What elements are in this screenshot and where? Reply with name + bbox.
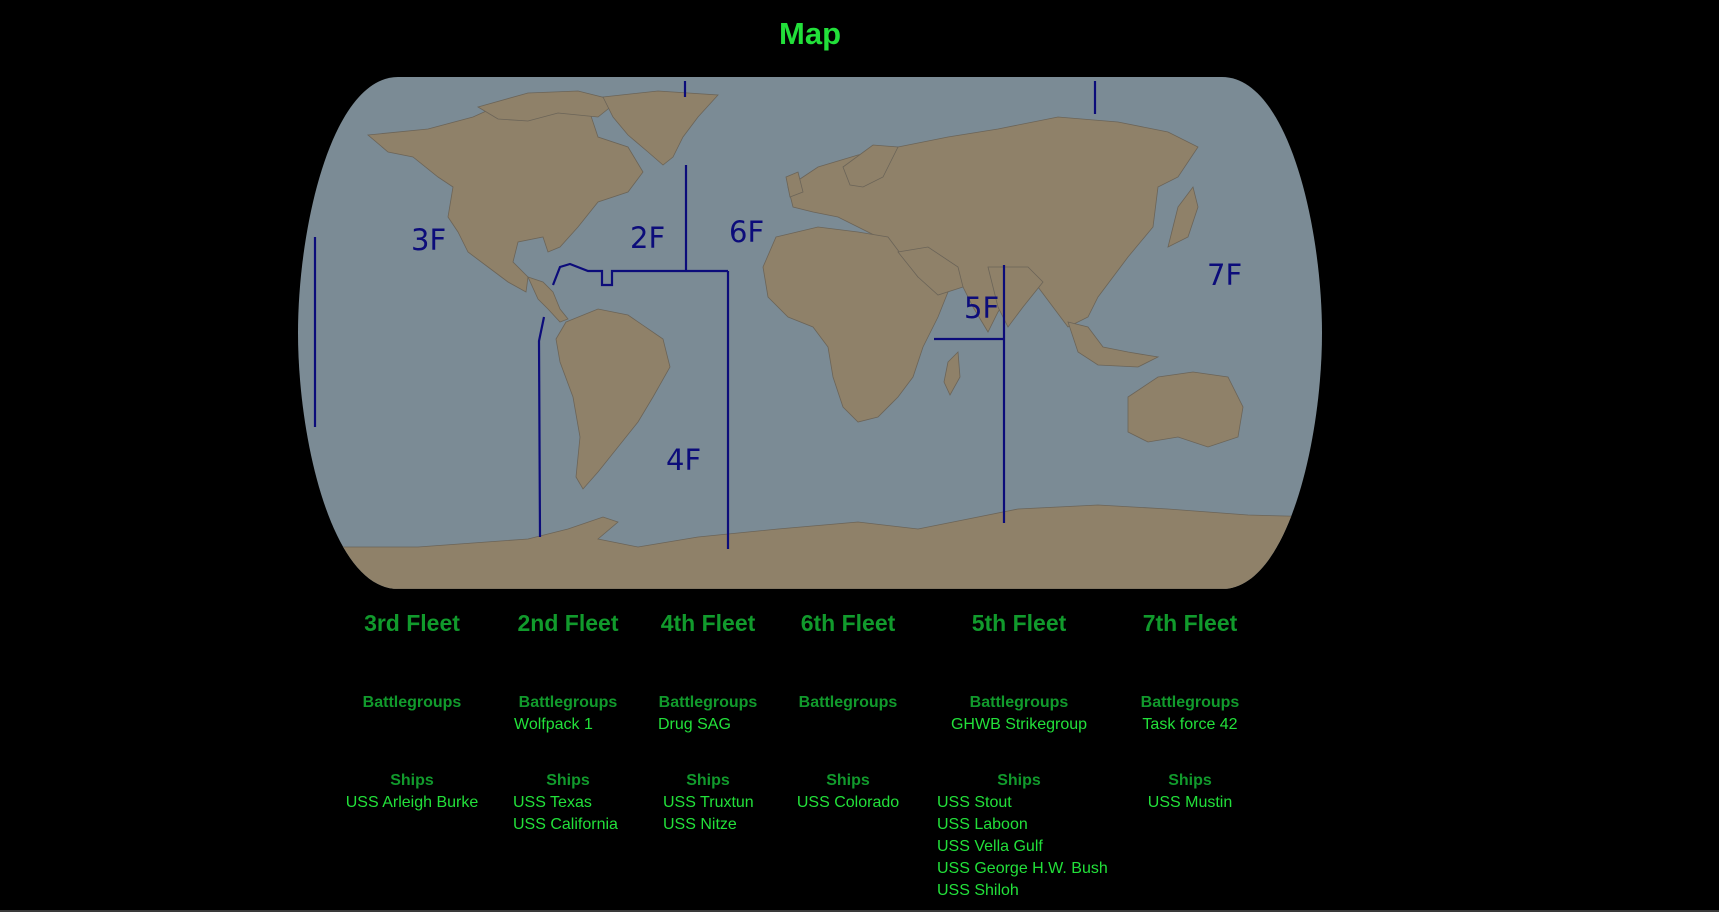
fleet-column-7th: 7th Fleet Battlegroups Task force 42 Shi… xyxy=(1130,608,1250,908)
ship-item[interactable]: USS Nitze xyxy=(648,814,768,836)
battlegroup-item[interactable]: GHWB Strikegroup xyxy=(929,714,1109,736)
page-title: Map xyxy=(779,16,841,51)
ships-heading: Ships xyxy=(686,772,730,789)
ships-heading: Ships xyxy=(546,772,590,789)
battlegroups-heading: Battlegroups xyxy=(362,694,462,711)
ship-item[interactable]: USS Arleigh Burke xyxy=(342,792,482,814)
ship-item[interactable]: USS Texas xyxy=(508,792,628,814)
ships-heading: Ships xyxy=(826,772,870,789)
ships-heading: Ships xyxy=(390,772,434,789)
ships-heading: Ships xyxy=(997,772,1041,789)
fleet-column-3rd: 3rd Fleet Battlegroups Ships USS Arleigh… xyxy=(342,608,482,908)
fleet-name: 5th Fleet xyxy=(971,610,1067,636)
ship-item[interactable]: USS Shiloh xyxy=(929,880,1109,902)
battlegroups-heading: Battlegroups xyxy=(798,694,898,711)
battlegroup-item[interactable]: Drug SAG xyxy=(648,714,768,736)
battlegroups-heading: Battlegroups xyxy=(518,694,618,711)
battlegroups-heading: Battlegroups xyxy=(969,694,1069,711)
fleet-column-6th: 6th Fleet Battlegroups Ships USS Colorad… xyxy=(788,608,908,908)
fleet-name: 4th Fleet xyxy=(660,610,756,636)
zone-label-6f: 6F xyxy=(729,215,764,249)
world-map[interactable]: 3F 2F 6F 4F 5F 7F xyxy=(298,77,1322,589)
zone-label-3f: 3F xyxy=(411,223,446,257)
battlegroup-item[interactable]: Wolfpack 1 xyxy=(508,714,628,736)
fleet-name: 6th Fleet xyxy=(800,610,896,636)
ships-heading: Ships xyxy=(1168,772,1212,789)
fleet-column-2nd: 2nd Fleet Battlegroups Wolfpack 1 Ships … xyxy=(508,608,628,908)
ship-item[interactable]: USS Mustin xyxy=(1130,792,1250,814)
zone-label-7f: 7F xyxy=(1207,258,1242,292)
ship-item[interactable]: USS Colorado xyxy=(788,792,908,814)
fleet-column-5th: 5th Fleet Battlegroups GHWB Strikegroup … xyxy=(929,608,1109,908)
battlegroups-heading: Battlegroups xyxy=(658,694,758,711)
battlegroup-item[interactable]: Task force 42 xyxy=(1130,714,1250,736)
fleet-columns: 3rd Fleet Battlegroups Ships USS Arleigh… xyxy=(0,608,1719,908)
fleet-name: 2nd Fleet xyxy=(517,610,619,636)
ship-item[interactable]: USS Laboon xyxy=(929,814,1109,836)
ship-item[interactable]: USS Vella Gulf xyxy=(929,836,1109,858)
fleet-name: 3rd Fleet xyxy=(364,610,460,636)
world-map-svg[interactable]: 3F 2F 6F 4F 5F 7F xyxy=(298,77,1322,589)
ship-item[interactable]: USS Truxtun xyxy=(648,792,768,814)
fleet-name: 7th Fleet xyxy=(1142,610,1238,636)
ship-item[interactable]: USS California xyxy=(508,814,628,836)
ship-item[interactable]: USS Stout xyxy=(929,792,1109,814)
fleet-column-4th: 4th Fleet Battlegroups Drug SAG Ships US… xyxy=(648,608,768,908)
battlegroups-heading: Battlegroups xyxy=(1140,694,1240,711)
zone-label-4f: 4F xyxy=(666,443,701,477)
ship-item[interactable]: USS George H.W. Bush xyxy=(929,858,1109,880)
zone-label-2f: 2F xyxy=(630,221,665,255)
zone-label-5f: 5F xyxy=(964,291,999,325)
